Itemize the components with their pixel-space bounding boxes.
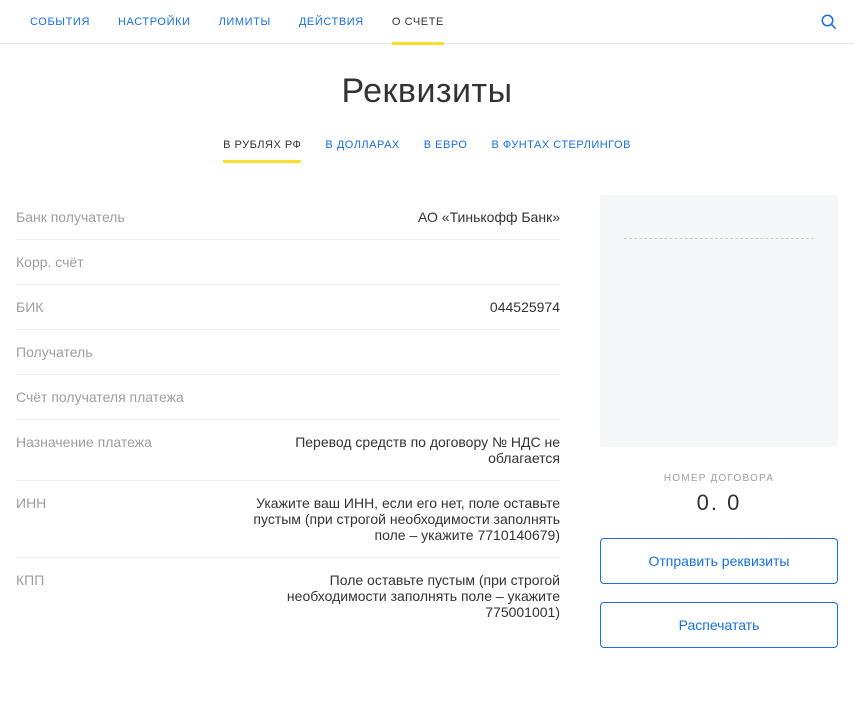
tab-eur[interactable]: В ЕВРО <box>412 129 480 161</box>
value-kpp: Поле оставьте пустым (при строгой необхо… <box>240 572 560 620</box>
tab-rub[interactable]: В РУБЛЯХ РФ <box>211 129 313 161</box>
row-kpp: КПП Поле оставьте пустым (при строгой не… <box>16 558 560 634</box>
row-payee-account: Счёт получателя платежа <box>16 375 560 420</box>
main-content: Банк получатель АО «Тинькофф Банк» Корр.… <box>0 195 854 672</box>
contract-number-label: НОМЕР ДОГОВОРА <box>600 473 838 484</box>
nav-events[interactable]: СОБЫТИЯ <box>16 0 104 44</box>
row-recipient: Получатель <box>16 330 560 375</box>
tab-gbp[interactable]: В ФУНТАХ СТЕРЛИНГОВ <box>479 129 642 161</box>
row-purpose: Назначение платежа Перевод средств по до… <box>16 420 560 481</box>
value-purpose: Перевод средств по договору № НДС не обл… <box>240 434 560 466</box>
preview-dashed-line <box>624 219 814 239</box>
print-button[interactable]: Распечатать <box>600 602 838 648</box>
row-corr-account: Корр. счёт <box>16 240 560 285</box>
contract-number-value: 0. 0 <box>600 490 838 516</box>
label-recipient: Получатель <box>16 344 93 360</box>
label-kpp: КПП <box>16 572 44 588</box>
label-inn: ИНН <box>16 495 46 511</box>
search-icon[interactable] <box>820 13 838 31</box>
value-bank: АО «Тинькофф Банк» <box>418 209 560 225</box>
details-list: Банк получатель АО «Тинькофф Банк» Корр.… <box>16 195 560 648</box>
label-purpose: Назначение платежа <box>16 434 152 450</box>
page-title: Реквизиты <box>0 72 854 111</box>
label-payee-account: Счёт получателя платежа <box>16 389 184 405</box>
top-nav: СОБЫТИЯ НАСТРОЙКИ ЛИМИТЫ ДЕЙСТВИЯ О СЧЕТ… <box>0 0 854 44</box>
label-bik: БИК <box>16 299 43 315</box>
value-inn: Укажите ваш ИНН, если его нет, поле оста… <box>240 495 560 543</box>
row-inn: ИНН Укажите ваш ИНН, если его нет, поле … <box>16 481 560 558</box>
row-bank: Банк получатель АО «Тинькофф Банк» <box>16 195 560 240</box>
nav-settings[interactable]: НАСТРОЙКИ <box>104 0 205 44</box>
label-bank: Банк получатель <box>16 209 125 225</box>
nav-about-account[interactable]: О СЧЕТЕ <box>378 0 458 44</box>
row-bik: БИК 044525974 <box>16 285 560 330</box>
document-preview <box>600 195 838 447</box>
label-corr-account: Корр. счёт <box>16 254 84 270</box>
tab-usd[interactable]: В ДОЛЛАРАХ <box>313 129 411 161</box>
currency-tabs: В РУБЛЯХ РФ В ДОЛЛАРАХ В ЕВРО В ФУНТАХ С… <box>0 129 854 161</box>
nav-actions[interactable]: ДЕЙСТВИЯ <box>285 0 378 44</box>
side-panel: НОМЕР ДОГОВОРА 0. 0 Отправить реквизиты … <box>600 195 838 648</box>
send-requisites-button[interactable]: Отправить реквизиты <box>600 538 838 584</box>
nav-limits[interactable]: ЛИМИТЫ <box>205 0 285 44</box>
value-bik: 044525974 <box>490 299 560 315</box>
